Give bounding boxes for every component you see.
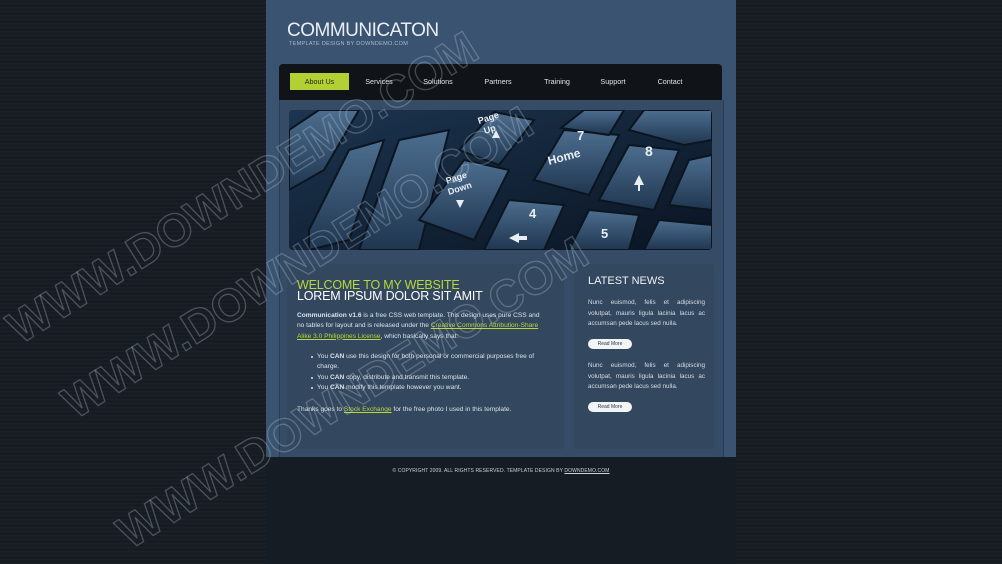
welcome-subheading: LOREM IPSUM DOLOR SIT AMIT [297, 289, 483, 303]
thanks-paragraph: Thanks goes to Stock Exchange for the fr… [297, 406, 512, 413]
intro-bold-text: Communication v1.6 [297, 312, 362, 319]
latest-news-heading: LATEST NEWS [588, 275, 665, 287]
nav-item-contact[interactable]: Contact [642, 73, 698, 90]
rights-list: You CAN use this design for both persona… [311, 352, 549, 394]
svg-text:4: 4 [529, 206, 537, 221]
read-more-button[interactable]: Read More [588, 402, 632, 412]
nav-item-training[interactable]: Training [529, 73, 585, 90]
footer-link[interactable]: DOWNDEMO.COM [564, 468, 609, 474]
svg-text:7: 7 [577, 128, 584, 143]
main-nav: About Us Services Solutions Partners Tra… [279, 64, 722, 100]
sidebar-panel [574, 264, 714, 449]
svg-text:5: 5 [601, 226, 608, 241]
site-subtitle: TEMPLATE DESIGN BY DOWNDEMO.COM [289, 41, 409, 47]
nav-item-support[interactable]: Support [585, 73, 641, 90]
keyboard-banner-image: Page Up Page Down Home 7 8 4 5 [289, 110, 712, 250]
list-item: You CAN modify this template however you… [311, 383, 549, 393]
news-item-text: Nunc euismod, felis et adipiscing volutp… [588, 362, 705, 390]
site-title[interactable]: COMMUNICATON [287, 20, 439, 42]
intro-paragraph: Communication v1.6 is a free CSS web tem… [297, 311, 547, 342]
svg-text:8: 8 [645, 143, 653, 159]
intro-tail: , which basically says that: [380, 332, 459, 340]
footer-copyright: © COPYRIGHT 2009. ALL RIGHTS RESERVED. T… [392, 468, 610, 474]
stock-exchange-link[interactable]: Stock Exchange [344, 406, 392, 413]
list-item: You CAN copy, distribute and transmit th… [311, 373, 549, 383]
list-item: You CAN use this design for both persona… [311, 352, 549, 373]
news-item-text: Nunc euismod, felis et adipiscing volutp… [588, 299, 705, 327]
nav-item-services[interactable]: Services [351, 73, 407, 90]
read-more-button[interactable]: Read More [588, 339, 632, 349]
nav-item-solutions[interactable]: Solutions [410, 73, 466, 90]
nav-item-about-us[interactable]: About Us [290, 73, 349, 90]
nav-item-partners[interactable]: Partners [470, 73, 526, 90]
